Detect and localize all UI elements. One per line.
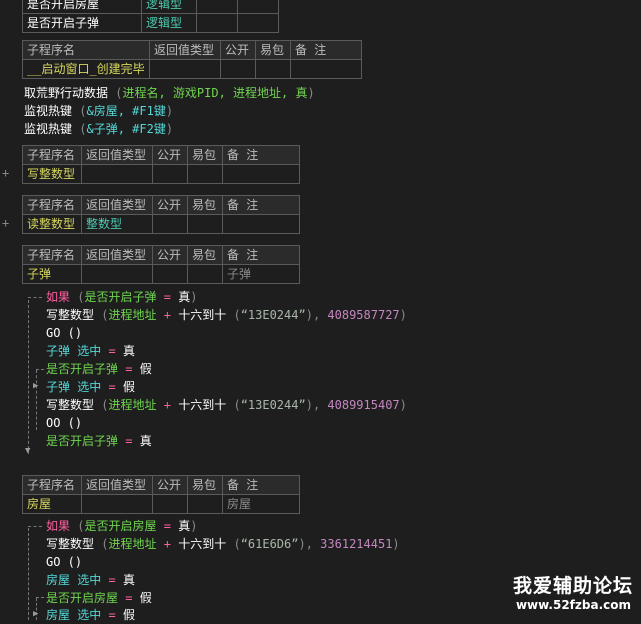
sub-name-cell[interactable]: 子弹 bbox=[22, 264, 82, 284]
sub1-header-table: 子程序名 返回值类型 公开 易包 备 注 __启动窗口_创建完毕 bbox=[22, 40, 362, 79]
col-remark: 备 注 bbox=[222, 245, 300, 265]
code-line[interactable]: OO () bbox=[46, 414, 82, 432]
sub-name-cell[interactable]: 读整数型 bbox=[22, 214, 82, 234]
ret-type-cell[interactable] bbox=[81, 494, 153, 514]
var-name-cell[interactable]: 是否开启子弹 bbox=[22, 13, 142, 33]
var-cell[interactable] bbox=[196, 0, 238, 14]
global-var-table: 是否开启房屋 逻辑型 是否开启子弹 逻辑型 bbox=[22, 0, 279, 33]
code-line[interactable]: 子弹 选中 = 真 bbox=[46, 342, 135, 360]
col-public: 公开 bbox=[152, 245, 188, 265]
ret-type-cell[interactable] bbox=[81, 164, 153, 184]
col-sub-name: 子程序名 bbox=[22, 245, 82, 265]
col-sub-name: 子程序名 bbox=[22, 195, 82, 215]
code-line[interactable]: GO () bbox=[46, 324, 82, 342]
code-line[interactable]: 如果 (是否开启子弹 = 真) bbox=[46, 288, 197, 306]
col-ret-type: 返回值类型 bbox=[81, 145, 153, 165]
col-remark: 备 注 bbox=[222, 145, 300, 165]
ret-type-cell[interactable] bbox=[81, 264, 153, 284]
easy-pkg-cell[interactable] bbox=[187, 264, 223, 284]
code-line[interactable]: 监视热键 (&子弹, #F2键) bbox=[24, 120, 173, 138]
flow-line bbox=[28, 297, 42, 298]
arrow-right-icon: ▶ bbox=[33, 381, 39, 391]
flow-line bbox=[28, 528, 29, 620]
col-public: 公开 bbox=[220, 40, 256, 60]
col-remark: 备 注 bbox=[222, 195, 300, 215]
public-cell[interactable] bbox=[220, 59, 256, 79]
remark-cell[interactable]: 房屋 bbox=[222, 494, 300, 514]
col-ret-type: 返回值类型 bbox=[149, 40, 221, 60]
watermark-url: www.52fzba.com bbox=[515, 598, 631, 612]
code-line[interactable]: 房屋 选中 = 真 bbox=[46, 571, 135, 589]
col-sub-name: 子程序名 bbox=[22, 145, 82, 165]
public-cell[interactable] bbox=[152, 264, 188, 284]
remark-cell[interactable]: 子弹 bbox=[222, 264, 300, 284]
code-line[interactable]: 监视热键 (&房屋, #F1键) bbox=[24, 102, 173, 120]
ret-type-cell[interactable]: 整数型 bbox=[81, 214, 153, 234]
expand-icon[interactable]: + bbox=[2, 166, 9, 180]
arrow-right-icon: ▶ bbox=[33, 609, 39, 619]
public-cell[interactable] bbox=[152, 494, 188, 514]
code-line[interactable]: 是否开启子弹 = 假 bbox=[46, 360, 152, 378]
flow-line bbox=[28, 526, 42, 527]
col-easy-pkg: 易包 bbox=[255, 40, 291, 60]
arrow-down-icon: ▼ bbox=[25, 446, 31, 456]
col-easy-pkg: 易包 bbox=[187, 145, 223, 165]
easy-pkg-cell[interactable] bbox=[255, 59, 291, 79]
remark-cell[interactable] bbox=[290, 59, 362, 79]
col-remark: 备 注 bbox=[290, 40, 362, 60]
col-sub-name: 子程序名 bbox=[22, 475, 82, 495]
sub-name-cell[interactable]: __启动窗口_创建完毕 bbox=[22, 59, 150, 79]
code-line[interactable]: 是否开启子弹 = 真 bbox=[46, 432, 152, 450]
col-easy-pkg: 易包 bbox=[187, 245, 223, 265]
col-public: 公开 bbox=[152, 145, 188, 165]
sub-name-cell[interactable]: 写整数型 bbox=[22, 164, 82, 184]
var-type-cell[interactable]: 逻辑型 bbox=[141, 0, 197, 14]
var-cell[interactable] bbox=[237, 13, 279, 33]
remark-cell[interactable] bbox=[222, 164, 300, 184]
sub4-header-table: 子程序名 返回值类型 公开 易包 备 注 子弹 子弹 bbox=[22, 245, 300, 284]
col-ret-type: 返回值类型 bbox=[81, 245, 153, 265]
expand-icon[interactable]: + bbox=[2, 216, 9, 230]
watermark-title: 我爱辅助论坛 bbox=[512, 575, 633, 597]
col-sub-name: 子程序名 bbox=[22, 40, 150, 60]
var-type-cell[interactable]: 逻辑型 bbox=[141, 13, 197, 33]
remark-cell[interactable] bbox=[222, 214, 300, 234]
code-line[interactable]: 写整数型 (进程地址 + 十六到十 (“13E0244”), 408991540… bbox=[46, 396, 407, 414]
code-line[interactable]: 如果 (是否开启房屋 = 真) bbox=[46, 517, 197, 535]
col-public: 公开 bbox=[152, 195, 188, 215]
code-line[interactable]: 取荒野行动数据 (进程名, 游戏PID, 进程地址, 真) bbox=[24, 84, 315, 102]
flow-line bbox=[36, 597, 44, 598]
sub2-header-table: 子程序名 返回值类型 公开 易包 备 注 写整数型 bbox=[22, 145, 300, 184]
sub-name-cell[interactable]: 房屋 bbox=[22, 494, 82, 514]
sub3-header-table: 子程序名 返回值类型 公开 易包 备 注 读整数型 整数型 bbox=[22, 195, 300, 234]
code-line[interactable]: 是否开启房屋 = 假 bbox=[46, 589, 152, 607]
easy-pkg-cell[interactable] bbox=[187, 164, 223, 184]
code-line[interactable]: 写整数型 (进程地址 + 十六到十 (“61E6D6”), 3361214451… bbox=[46, 535, 400, 553]
col-public: 公开 bbox=[152, 475, 188, 495]
sub5-header-table: 子程序名 返回值类型 公开 易包 备 注 房屋 房屋 bbox=[22, 475, 300, 514]
var-name-cell[interactable]: 是否开启房屋 bbox=[22, 0, 142, 14]
code-line[interactable]: 写整数型 (进程地址 + 十六到十 (“13E0244”), 408958772… bbox=[46, 306, 407, 324]
public-cell[interactable] bbox=[152, 164, 188, 184]
flow-line bbox=[36, 370, 37, 430]
var-cell[interactable] bbox=[237, 0, 279, 14]
col-remark: 备 注 bbox=[222, 475, 300, 495]
col-ret-type: 返回值类型 bbox=[81, 195, 153, 215]
easy-pkg-cell[interactable] bbox=[187, 494, 223, 514]
code-line[interactable]: 房屋 选中 = 假 bbox=[46, 606, 135, 624]
col-easy-pkg: 易包 bbox=[187, 475, 223, 495]
code-line[interactable]: GO () bbox=[46, 553, 82, 571]
var-cell[interactable] bbox=[196, 13, 238, 33]
col-easy-pkg: 易包 bbox=[187, 195, 223, 215]
public-cell[interactable] bbox=[152, 214, 188, 234]
flow-line bbox=[28, 300, 29, 454]
easy-pkg-cell[interactable] bbox=[187, 214, 223, 234]
flow-line bbox=[36, 369, 44, 370]
ret-type-cell[interactable] bbox=[149, 59, 221, 79]
code-line[interactable]: 子弹 选中 = 假 bbox=[46, 378, 135, 396]
col-ret-type: 返回值类型 bbox=[81, 475, 153, 495]
